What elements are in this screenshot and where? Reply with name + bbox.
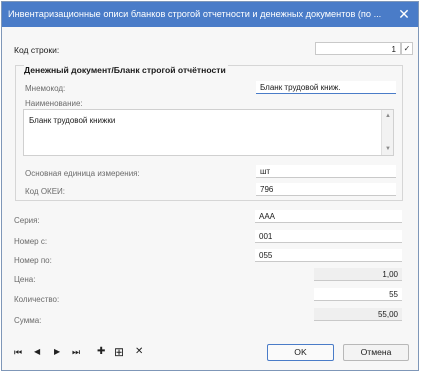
unit-input[interactable]: шт	[256, 165, 396, 178]
prev-record-icon[interactable]: ◀	[34, 346, 40, 358]
unit-label: Основная единица измерения:	[25, 169, 140, 178]
name-label: Наименование:	[25, 99, 83, 108]
number-to-label: Номер по:	[14, 256, 52, 265]
group-title: Денежный документ/Бланк строгой отчётнос…	[24, 65, 228, 75]
number-to-input[interactable]: 055	[255, 249, 402, 262]
series-label: Серия:	[14, 216, 40, 225]
series-input[interactable]: ААА	[255, 210, 402, 223]
window-title: Инвентаризационные описи бланков строгой…	[8, 9, 382, 19]
scroll-up-icon[interactable]: ▲	[382, 111, 394, 121]
add-icon[interactable]: ✚	[97, 346, 105, 358]
price-label: Цена:	[14, 275, 36, 284]
sum-input[interactable]: 55,00	[314, 308, 402, 321]
price-input[interactable]: 1,00	[314, 268, 402, 281]
quantity-label: Количество:	[14, 295, 60, 304]
close-icon[interactable]: ✕	[395, 5, 413, 23]
mnemocode-label: Мнемокод:	[25, 84, 66, 93]
next-record-icon[interactable]: ▶	[54, 346, 60, 358]
okei-input[interactable]: 796	[256, 183, 396, 196]
title-bar[interactable]: Инвентаризационные описи бланков строгой…	[2, 2, 418, 27]
number-from-input[interactable]: 001	[255, 230, 402, 243]
mnemocode-input[interactable]: Бланк трудовой книж.	[256, 81, 396, 94]
delete-icon[interactable]: ✕	[135, 346, 143, 358]
name-text: Бланк трудовой книжки	[29, 116, 116, 125]
name-scrollbar[interactable]: ▲ ▼	[381, 110, 393, 155]
number-from-label: Номер с:	[14, 237, 48, 246]
scroll-down-icon[interactable]: ▼	[382, 144, 394, 154]
last-record-icon[interactable]: ⏭	[72, 346, 80, 358]
cancel-button[interactable]: Отмена	[343, 344, 409, 361]
first-record-icon[interactable]: ⏮	[14, 346, 22, 358]
okei-label: Код ОКЕИ:	[25, 187, 66, 196]
dialog-window: Инвентаризационные описи бланков строгой…	[1, 1, 419, 371]
quantity-input[interactable]: 55	[314, 288, 402, 301]
ok-button[interactable]: OK	[267, 344, 334, 361]
row-code-check-icon[interactable]: ✓	[401, 42, 413, 55]
row-code-label: Код строки:	[14, 45, 60, 55]
sum-label: Сумма:	[14, 316, 42, 325]
name-textarea[interactable]: Бланк трудовой книжки ▲ ▼	[23, 109, 394, 156]
row-code-input[interactable]: 1	[315, 42, 401, 55]
add-boxed-icon[interactable]: ⊞	[114, 346, 124, 358]
document-groupbox: Денежный документ/Бланк строгой отчётнос…	[15, 65, 403, 201]
